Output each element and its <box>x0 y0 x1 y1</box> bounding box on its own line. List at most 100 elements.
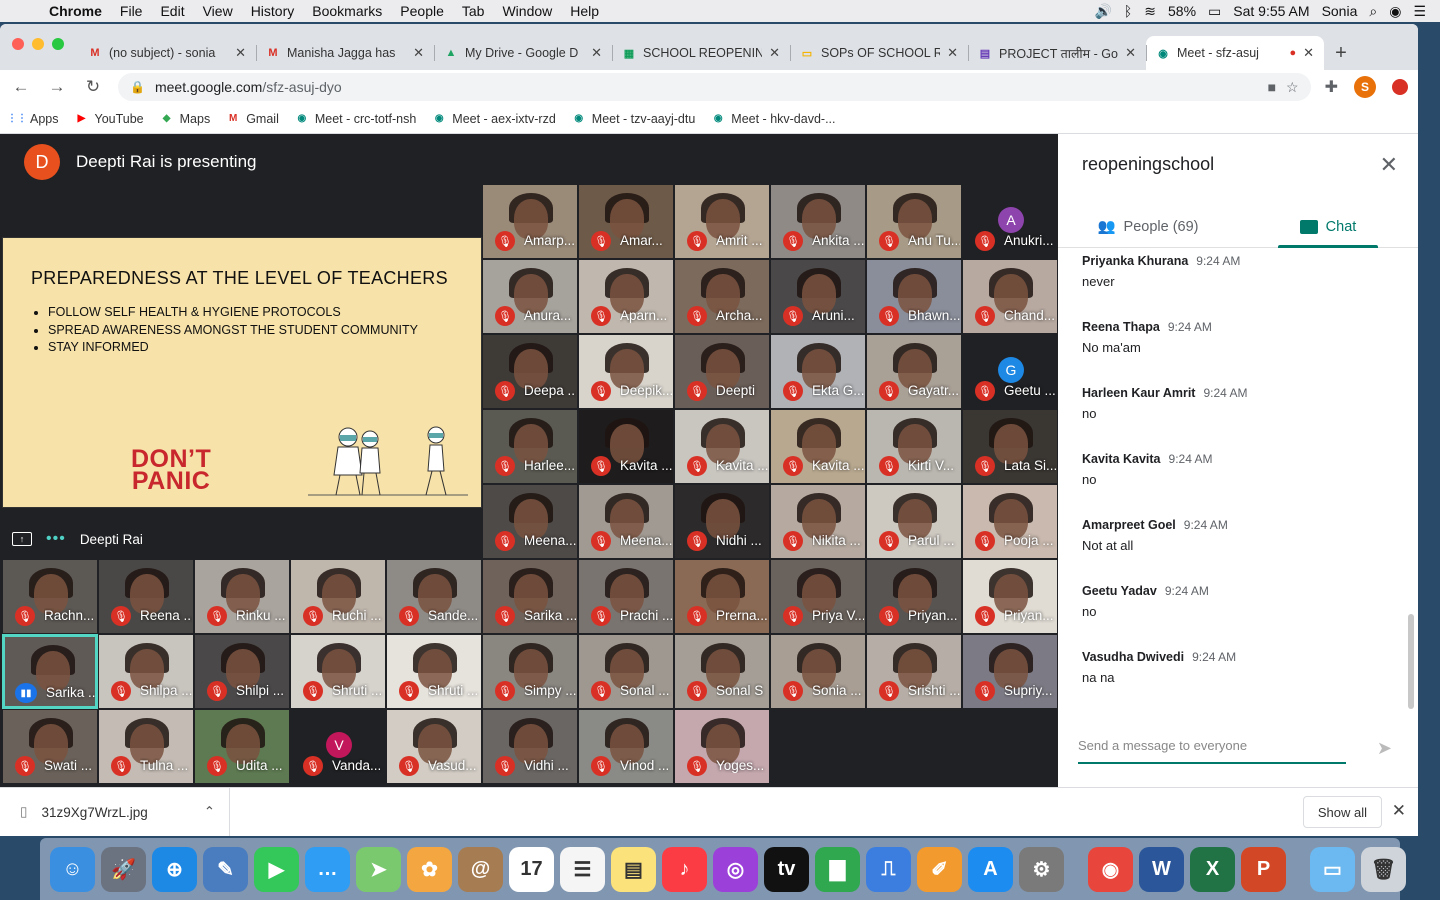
word-icon[interactable]: W <box>1139 846 1184 892</box>
facetime-icon[interactable]: ▶ <box>254 846 299 892</box>
participant-tile[interactable]: 🎙 Supriy... <box>962 634 1058 709</box>
participant-tile[interactable]: 🎙 Sonal ... <box>578 634 674 709</box>
participant-tile[interactable]: 🎙 Pooja ... <box>962 484 1058 559</box>
participant-tile[interactable]: 🎙 Deepik... <box>578 334 674 409</box>
participant-tile[interactable]: 🎙 Anura... <box>482 259 578 334</box>
participant-tile[interactable]: 🎙 Yoges... <box>674 709 770 784</box>
chrome-icon[interactable]: ◉ <box>1088 846 1133 892</box>
participant-tile[interactable]: 🎙 Chand... <box>962 259 1058 334</box>
participant-tile[interactable]: 🎙 Vinod ... <box>578 709 674 784</box>
notes-icon[interactable]: ▤ <box>611 846 656 892</box>
chat-input[interactable]: Send a message to everyone <box>1078 728 1346 764</box>
battery-icon[interactable]: ▭ <box>1208 3 1221 20</box>
chevron-up-icon[interactable]: ⌃ <box>204 804 215 820</box>
participant-tile[interactable]: 🎙 Anu Tu... <box>866 184 962 259</box>
bookmark-item[interactable]: ▶ YouTube <box>75 112 144 126</box>
system-preferences-icon[interactable]: ⚙ <box>1019 846 1064 892</box>
excel-icon[interactable]: X <box>1190 846 1235 892</box>
participant-tile[interactable]: 🎙 Tulna ... <box>98 709 194 784</box>
close-panel-icon[interactable]: ✕ <box>1380 152 1398 178</box>
bookmark-item[interactable]: ◆ Maps <box>160 112 210 126</box>
preview-icon[interactable]: ✎ <box>203 846 248 892</box>
photos-icon[interactable]: ✿ <box>407 846 452 892</box>
close-tab-icon[interactable]: ✕ <box>1303 45 1314 61</box>
numbers-icon[interactable]: ▇ <box>815 846 860 892</box>
messages-icon[interactable]: … <box>305 846 350 892</box>
menu-app-name[interactable]: Chrome <box>40 3 111 19</box>
participant-tile[interactable]: 🎙 Nidhi ... <box>674 484 770 559</box>
participant-tile[interactable]: 🎙 Srishti ... <box>866 634 962 709</box>
participant-tile[interactable]: G 🎙 Geetu ... <box>962 334 1058 409</box>
browser-tab[interactable]: ▦ SCHOOL REOPENIN ✕ <box>612 36 790 70</box>
participant-tile[interactable]: ▮▮ Sarika ... <box>2 634 98 709</box>
menu-people[interactable]: People <box>391 3 453 19</box>
participant-tile[interactable]: 🎙 Amarp... <box>482 184 578 259</box>
menubar-clock[interactable]: Sat 9:55 AM <box>1233 3 1309 19</box>
present-screen-icon[interactable]: ↑ <box>12 532 32 546</box>
participant-tile[interactable]: 🎙 Archa... <box>674 259 770 334</box>
participant-tile[interactable]: 🎙 Vidhi ... <box>482 709 578 784</box>
powerpoint-icon[interactable]: P <box>1241 846 1286 892</box>
participant-tile[interactable]: 🎙 Priyan... <box>962 559 1058 634</box>
participant-tile[interactable]: 🎙 Nikita ... <box>770 484 866 559</box>
back-icon[interactable]: ← <box>10 77 32 97</box>
participant-tile[interactable]: 🎙 Shilpa ... <box>98 634 194 709</box>
profile-avatar[interactable]: S <box>1354 76 1376 98</box>
address-bar[interactable]: 🔒 meet.google.com/sfz-asuj-dyo ■ ☆ <box>118 73 1311 101</box>
participant-tile[interactable]: 🎙 Sonia ... <box>770 634 866 709</box>
participant-tile[interactable]: 🎙 Prachi ... <box>578 559 674 634</box>
participant-tile[interactable]: 🎙 Deepti <box>674 334 770 409</box>
menu-file[interactable]: File <box>111 3 152 19</box>
bookmark-item[interactable]: ◉ Meet - hkv-davd-... <box>711 112 836 126</box>
bookmark-star-icon[interactable]: ☆ <box>1286 79 1299 96</box>
close-tab-icon[interactable]: ✕ <box>1125 45 1136 61</box>
spotlight-icon[interactable]: ⌕ <box>1369 3 1377 20</box>
participant-tile[interactable]: 🎙 Ruchi ... <box>290 559 386 634</box>
participant-tile[interactable]: 🎙 Amrit ... <box>674 184 770 259</box>
bookmark-item[interactable]: M Gmail <box>226 112 279 126</box>
close-tab-icon[interactable]: ✕ <box>591 45 602 61</box>
participant-tile[interactable]: 🎙 Priyan... <box>866 559 962 634</box>
participant-tile[interactable]: 🎙 Rachn... <box>2 559 98 634</box>
participant-tile[interactable]: 🎙 Kavita ... <box>770 409 866 484</box>
participant-tile[interactable]: 🎙 Aruni... <box>770 259 866 334</box>
menubar-user[interactable]: Sonia <box>1322 3 1358 19</box>
participant-tile[interactable]: 🎙 Meena... <box>578 484 674 559</box>
participant-tile[interactable]: 🎙 Harlee... <box>482 409 578 484</box>
participant-tile[interactable]: 🎙 Ankita ... <box>770 184 866 259</box>
more-options-icon[interactable]: ••• <box>46 530 66 548</box>
trash-icon[interactable]: 🗑 <box>1361 846 1406 892</box>
participant-tile[interactable]: 🎙 Ekta G... <box>770 334 866 409</box>
battery-percent[interactable]: 58% <box>1168 3 1196 19</box>
calendar-icon[interactable]: 17 <box>509 846 554 892</box>
participant-tile[interactable]: 🎙 Kavita ... <box>578 409 674 484</box>
participant-tile[interactable]: 🎙 Amar... <box>578 184 674 259</box>
bookmark-item[interactable]: ◉ Meet - aex-ixtv-rzd <box>432 112 556 126</box>
participant-tile[interactable]: A 🎙 Anukri... <box>962 184 1058 259</box>
bluetooth-icon[interactable]: ᛒ <box>1124 3 1132 19</box>
participant-tile[interactable]: 🎙 Gayatr... <box>866 334 962 409</box>
participant-tile[interactable]: 🎙 Reena ... <box>98 559 194 634</box>
pages-icon[interactable]: ✐ <box>917 846 962 892</box>
zoom-window-button[interactable] <box>52 38 64 50</box>
podcasts-icon[interactable]: ◎ <box>713 846 758 892</box>
menu-help[interactable]: Help <box>561 3 608 19</box>
participant-tile[interactable]: 🎙 Sande... <box>386 559 482 634</box>
participant-tile[interactable]: 🎙 Simpy ... <box>482 634 578 709</box>
close-tab-icon[interactable]: ✕ <box>769 45 780 61</box>
music-icon[interactable]: ♪ <box>662 846 707 892</box>
minimize-window-button[interactable] <box>32 38 44 50</box>
browser-tab[interactable]: ▲ My Drive - Google D ✕ <box>434 36 612 70</box>
participant-tile[interactable]: 🎙 Swati ... <box>2 709 98 784</box>
close-shelf-icon[interactable]: ✕ <box>1392 801 1406 821</box>
volume-icon[interactable]: 🔊 <box>1094 3 1111 20</box>
menu-bookmarks[interactable]: Bookmarks <box>303 3 391 19</box>
participant-tile[interactable]: 🎙 Deepa ... <box>482 334 578 409</box>
participant-tile[interactable]: 🎙 Aparn... <box>578 259 674 334</box>
update-icon[interactable] <box>1392 79 1408 95</box>
menu-view[interactable]: View <box>194 3 242 19</box>
participant-tile[interactable]: 🎙 Shilpi ... <box>194 634 290 709</box>
finder-icon[interactable]: ☺ <box>50 846 95 892</box>
browser-tab[interactable]: ▤ PROJECT तालीम - Go ✕ <box>968 36 1146 70</box>
participant-tile[interactable]: 🎙 Sonal S <box>674 634 770 709</box>
